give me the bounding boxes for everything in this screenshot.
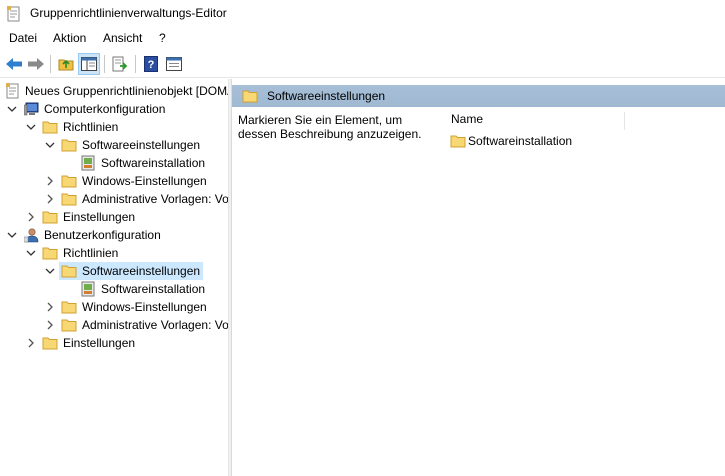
chevron-right-icon[interactable] <box>25 337 37 349</box>
list-item-label: Softwareinstallation <box>468 134 573 148</box>
user-icon <box>24 228 39 243</box>
column-header-label: Name <box>451 112 484 126</box>
tree-item-label: Computerkonfiguration <box>44 102 166 116</box>
tree-item-label: Benutzerkonfiguration <box>44 228 161 242</box>
export-list-icon <box>112 56 128 72</box>
policy-document-icon <box>7 6 20 22</box>
menu-help[interactable]: ? <box>157 31 168 45</box>
tree-item-label: Administrative Vorlagen: Vo <box>82 192 229 206</box>
details-pane: Softwareeinstellungen Markieren Sie ein … <box>232 79 725 476</box>
tree-item-label: Administrative Vorlagen: Vo <box>82 318 229 332</box>
chevron-right-icon[interactable] <box>25 211 37 223</box>
help-button[interactable]: ? <box>140 53 162 75</box>
chevron-right-icon[interactable] <box>44 175 56 187</box>
policy-document-icon <box>6 83 19 99</box>
menu-aktion[interactable]: Aktion <box>51 31 88 45</box>
folder-icon <box>242 90 258 103</box>
toolbar-separator <box>104 55 105 73</box>
tree-item-label: Einstellungen <box>63 210 136 224</box>
toolbar-separator <box>135 55 136 73</box>
menu-bar: Datei Aktion Ansicht ? <box>0 28 725 50</box>
chevron-down-icon[interactable] <box>25 121 37 133</box>
chevron-down-icon[interactable] <box>44 139 56 151</box>
tree-item-label: Windows-Einstellungen <box>82 174 207 188</box>
chevron-right-icon[interactable] <box>44 319 56 331</box>
tree-item-label: Windows-Einstellungen <box>82 300 207 314</box>
folder-icon <box>450 135 466 148</box>
forward-arrow-icon <box>28 58 44 70</box>
software-installation-icon <box>81 281 95 297</box>
chevron-right-icon[interactable] <box>44 193 56 205</box>
back-button[interactable] <box>3 53 25 75</box>
show-hide-tree-icon <box>81 57 97 71</box>
tree-item-label: Richtlinien <box>63 246 119 260</box>
toolbar: ? <box>0 50 725 78</box>
menu-ansicht[interactable]: Ansicht <box>101 31 144 45</box>
folder-icon <box>42 247 58 260</box>
chevron-down-icon[interactable] <box>6 229 18 241</box>
up-folder-icon <box>58 59 74 71</box>
details-header-title: Softwareeinstellungen <box>267 89 386 103</box>
tree-item-label: Softwareinstallation <box>101 156 206 170</box>
export-list-button[interactable] <box>109 53 131 75</box>
folder-icon <box>61 139 77 152</box>
folder-icon <box>42 121 58 134</box>
tree-item-label: Richtlinien <box>63 120 119 134</box>
toolbar-separator <box>50 55 51 73</box>
tree-item-label: Softwareinstallation <box>101 282 206 296</box>
software-installation-icon <box>81 155 95 171</box>
description-text: Markieren Sie ein Element, um dessen Bes… <box>238 113 422 141</box>
chevron-down-icon[interactable] <box>6 103 18 115</box>
back-arrow-icon <box>6 58 22 70</box>
computer-icon <box>24 102 39 116</box>
properties-button[interactable] <box>163 53 185 75</box>
tree-item-label: Softwareeinstellungen <box>82 264 201 278</box>
menu-datei[interactable]: Datei <box>7 31 39 45</box>
chevron-right-icon[interactable] <box>44 301 56 313</box>
tree-item-label: Softwareeinstellungen <box>82 138 201 152</box>
tree-item-label: Neues Gruppenrichtlinienobjekt [DOMAIN <box>25 84 229 98</box>
properties-icon <box>166 57 182 71</box>
up-button[interactable] <box>55 53 77 75</box>
chevron-down-icon[interactable] <box>44 265 56 277</box>
folder-icon <box>42 211 58 224</box>
window-title: Gruppenrichtlinienverwaltungs-Editor <box>30 6 227 20</box>
show-hide-tree-button[interactable] <box>78 53 100 75</box>
details-header: Softwareeinstellungen <box>232 85 725 107</box>
help-icon: ? <box>144 56 158 72</box>
folder-icon <box>61 265 77 278</box>
navigation-tree[interactable]: Neues Gruppenrichtlinienobjekt [DOMAIN C… <box>0 79 229 476</box>
folder-icon <box>61 319 77 332</box>
tree-item-label: Einstellungen <box>63 336 136 350</box>
chevron-down-icon[interactable] <box>25 247 37 259</box>
folder-icon <box>61 301 77 314</box>
forward-button[interactable] <box>25 53 47 75</box>
svg-text:?: ? <box>148 59 155 71</box>
folder-icon <box>61 193 77 206</box>
folder-icon <box>42 337 58 350</box>
column-header-name[interactable]: Name <box>451 112 625 130</box>
title-bar: Gruppenrichtlinienverwaltungs-Editor <box>0 0 725 28</box>
folder-icon <box>61 175 77 188</box>
